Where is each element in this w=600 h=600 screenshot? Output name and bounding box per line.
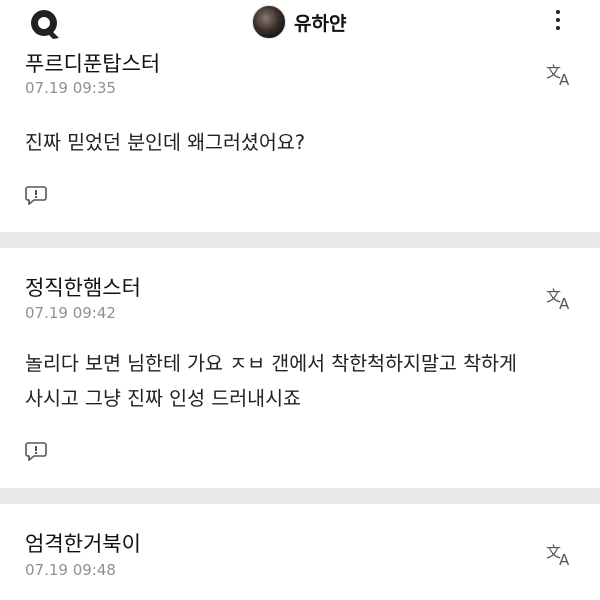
svg-text:A: A [559, 295, 570, 312]
reply-icon[interactable] [25, 185, 47, 205]
page-title: 유하얀 [294, 12, 347, 35]
comment-divider [0, 232, 600, 248]
q-logo-icon[interactable] [26, 6, 66, 42]
comment-time: 07.19 09:35 [25, 79, 116, 97]
top-bar: 유하얀 [0, 0, 600, 44]
translate-icon[interactable]: 文 A [544, 284, 576, 312]
comment-author[interactable]: 푸르디푼탑스터 [25, 48, 160, 78]
kebab-menu-icon[interactable] [548, 10, 568, 40]
translate-icon[interactable]: 文 A [544, 60, 576, 88]
profile-title[interactable]: 유하얀 [252, 4, 346, 40]
translate-icon[interactable]: 文 A [544, 540, 576, 568]
comment-author[interactable]: 엄격한거북이 [25, 528, 141, 558]
svg-text:A: A [559, 71, 570, 88]
comment-card: 엄격한거북이 07.19 09:48 文 A [0, 504, 600, 600]
comment-divider [0, 488, 600, 504]
comment-time: 07.19 09:42 [25, 304, 116, 322]
comment-body-line: 놀리다 보면 님한테 가요 ㅈㅂ 갠에서 착한척하지말고 착하게 [25, 352, 517, 375]
svg-text:A: A [559, 551, 570, 568]
comment-author[interactable]: 정직한햄스터 [25, 272, 141, 302]
reply-icon[interactable] [25, 441, 47, 461]
comment-body-line: 사시고 그냥 진짜 인성 드러내시죠 [25, 387, 301, 410]
comment-body-line: 진짜 믿었던 분인데 왜그러셨어요? [25, 131, 306, 154]
comment-time: 07.19 09:48 [25, 561, 116, 579]
comment-card: 정직한햄스터 07.19 09:42 文 A 놀리다 보면 님한테 가요 ㅈㅂ … [0, 248, 600, 488]
avatar[interactable] [252, 5, 286, 39]
